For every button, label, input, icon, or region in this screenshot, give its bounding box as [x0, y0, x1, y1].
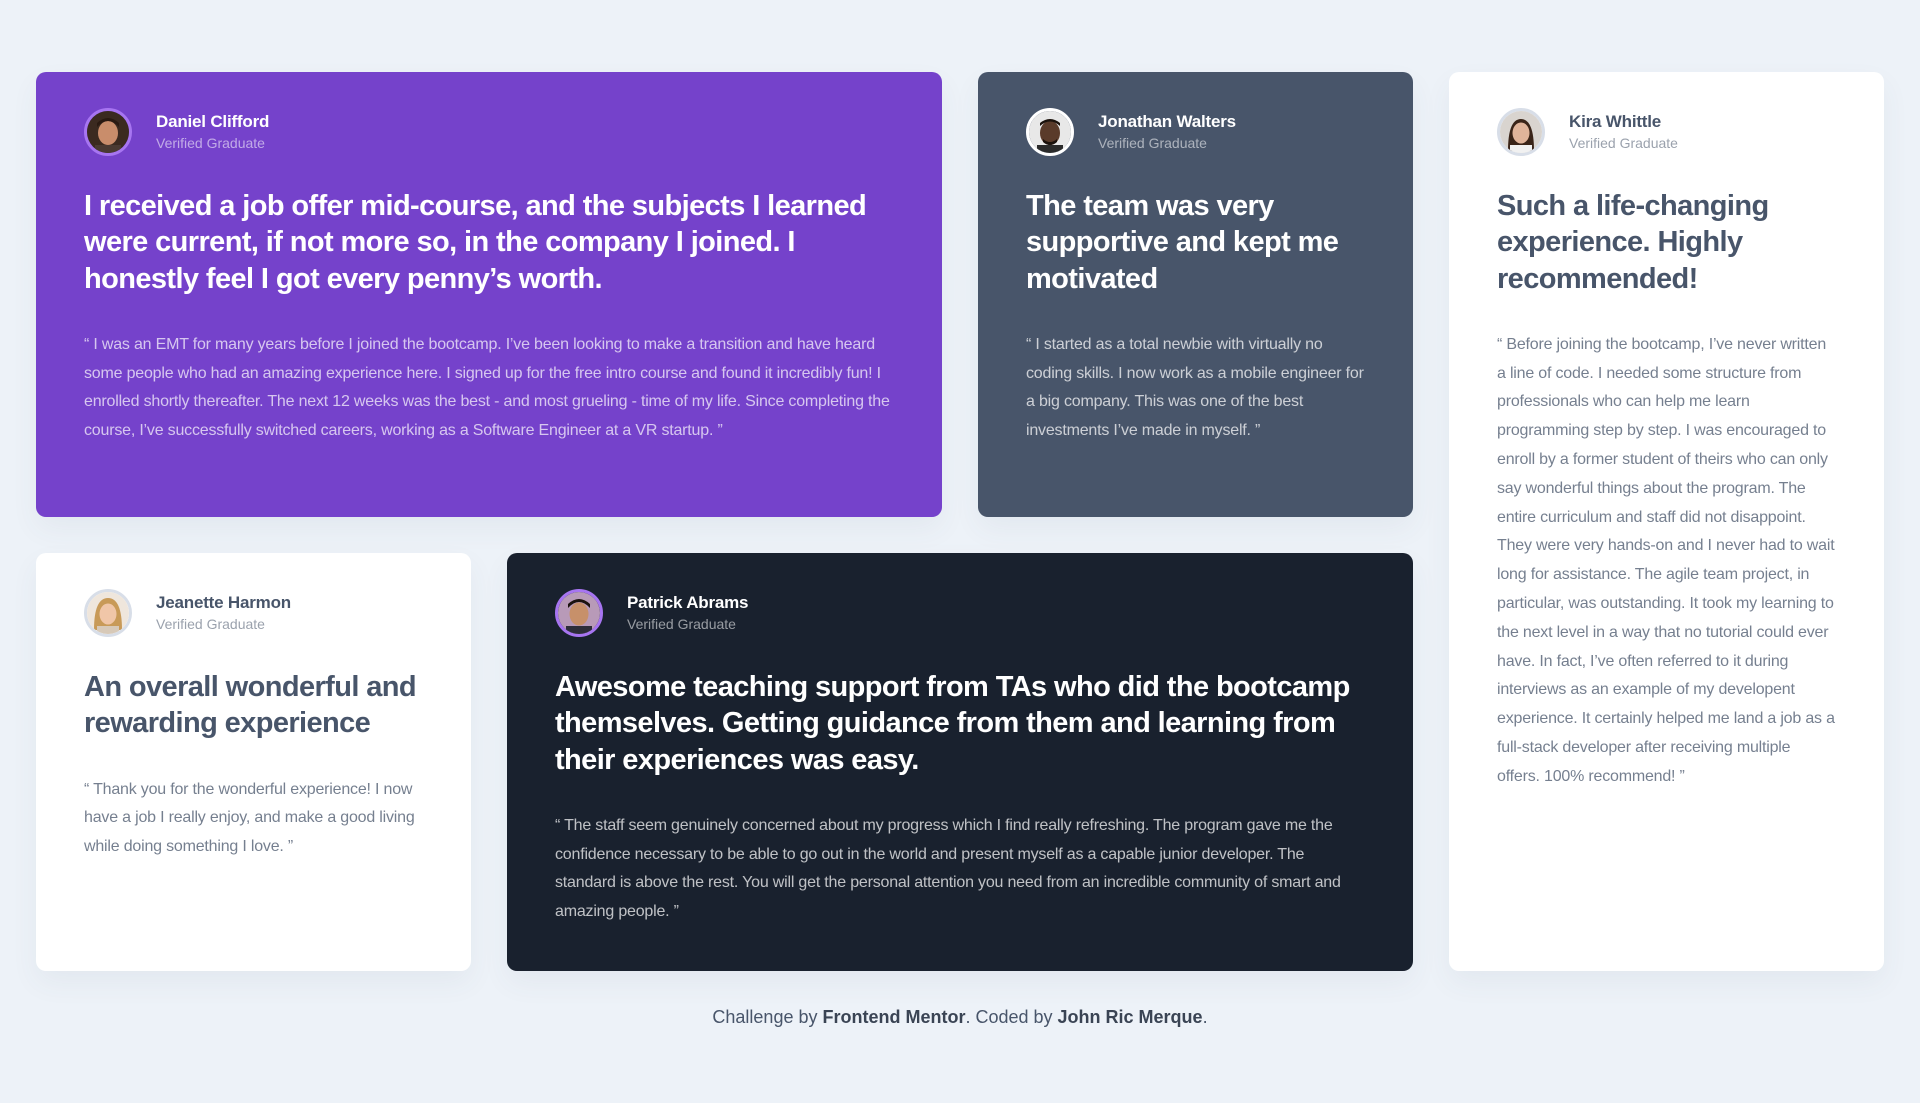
author-name: Jonathan Walters [1098, 112, 1236, 132]
jonathan-avatar-icon [1029, 111, 1071, 153]
testimonial-header: Kira Whittle Verified Graduate [1497, 108, 1836, 156]
testimonial-quote: “ I started as a total newbie with virtu… [1026, 335, 1364, 440]
jonathan-avatar [1026, 108, 1074, 156]
author-name: Patrick Abrams [627, 593, 749, 613]
jeanette-avatar [84, 589, 132, 637]
frontend-mentor-link[interactable]: Frontend Mentor [822, 1007, 965, 1027]
author-role: Verified Graduate [156, 615, 265, 632]
testimonial-quote: “ Before joining the bootcamp, I’ve neve… [1497, 335, 1835, 785]
daniel-avatar [84, 108, 132, 156]
author-role: Verified Graduate [156, 134, 265, 151]
author-name: Jeanette Harmon [156, 593, 291, 613]
author-role: Verified Graduate [627, 615, 736, 632]
kira-avatar-icon [1500, 111, 1542, 153]
testimonial-header: Patrick Abrams Verified Graduate [555, 589, 1365, 637]
author-link[interactable]: John Ric Merque [1058, 1007, 1203, 1027]
testimonial-headline: Awesome teaching support from TAs who di… [555, 671, 1350, 776]
testimonial-headline: I received a job offer mid-course, and t… [84, 190, 867, 295]
jeanette-avatar-icon [87, 592, 129, 634]
author-role: Verified Graduate [1098, 134, 1207, 151]
author-role: Verified Graduate [1569, 134, 1678, 151]
testimonial-headline: An overall wonderful and rewarding exper… [84, 671, 417, 740]
attribution-footer: Challenge by Frontend Mentor. Coded by J… [0, 1007, 1920, 1028]
testimonial-quote: “ I was an EMT for many years before I j… [84, 335, 890, 440]
testimonial-card-jeanette: Jeanette Harmon Verified Graduate An ove… [36, 553, 471, 971]
testimonial-card-patrick: Patrick Abrams Verified Graduate Awesome… [507, 553, 1413, 971]
testimonial-header: Jeanette Harmon Verified Graduate [84, 589, 423, 637]
patrick-avatar [555, 589, 603, 637]
testimonial-card-jonathan: Jonathan Walters Verified Graduate The t… [978, 72, 1413, 517]
testimonial-header: Jonathan Walters Verified Graduate [1026, 108, 1365, 156]
testimonial-header: Daniel Clifford Verified Graduate [84, 108, 894, 156]
author-name: Kira Whittle [1569, 112, 1662, 132]
author-name: Daniel Clifford [156, 112, 270, 132]
testimonial-card-kira: Kira Whittle Verified Graduate Such a li… [1449, 72, 1884, 971]
testimonial-quote: “ The staff seem genuinely concerned abo… [555, 816, 1341, 921]
attribution-middle: . Coded by [965, 1007, 1058, 1027]
patrick-avatar-icon [558, 592, 600, 634]
testimonial-headline: Such a life-changing experience. Highly … [1497, 190, 1769, 295]
testimonials-grid: Daniel Clifford Verified Graduate I rece… [36, 72, 1884, 971]
testimonial-headline: The team was very supportive and kept me… [1026, 190, 1339, 295]
attribution-suffix: . [1202, 1007, 1208, 1027]
testimonial-quote: “ Thank you for the wonderful experience… [84, 780, 415, 856]
kira-avatar [1497, 108, 1545, 156]
attribution-prefix: Challenge by [712, 1007, 823, 1027]
daniel-avatar-icon [87, 111, 129, 153]
testimonial-card-daniel: Daniel Clifford Verified Graduate I rece… [36, 72, 942, 517]
